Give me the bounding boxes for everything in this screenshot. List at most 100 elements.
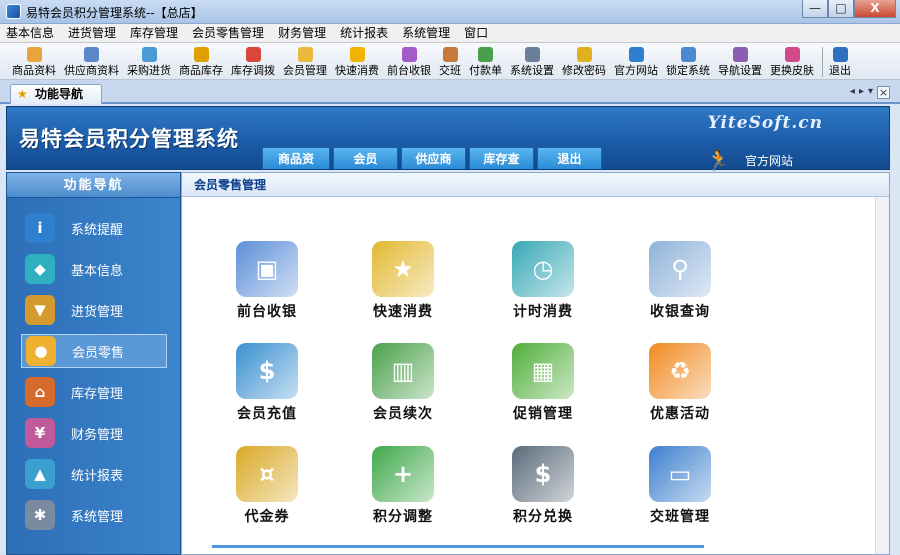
nav-tab-exit[interactable]: 退出 <box>537 147 602 169</box>
nav-tab-supplier[interactable]: 供应商 <box>401 147 466 169</box>
toolbar-button-label: 更换皮肤 <box>770 64 814 77</box>
apps-grid-icon: ▦ <box>512 343 574 399</box>
menu-inventory[interactable]: 库存管理 <box>130 24 178 42</box>
sidebar-item[interactable]: ✱ 系统管理 <box>21 498 167 532</box>
sidebar-item[interactable]: ▼ 进货管理 <box>21 293 167 327</box>
money-chart-icon: ▥ <box>372 343 434 399</box>
menu-basic-info[interactable]: 基本信息 <box>6 24 54 42</box>
sidebar-item[interactable]: ◆ 基本信息 <box>21 252 167 286</box>
function-tile[interactable]: ♻ 优惠活动 <box>625 343 735 423</box>
function-label: 计时消费 <box>513 304 573 320</box>
function-tile[interactable]: ▣ 前台收银 <box>212 241 322 321</box>
tab-prev-icon[interactable]: ◂ <box>850 86 855 99</box>
toolbar-button-label: 商品资料 <box>12 64 56 77</box>
function-label: 收银查询 <box>650 304 710 320</box>
function-label: 积分兑换 <box>513 509 573 525</box>
toolbar-button-label: 交班 <box>439 64 461 77</box>
toolbar-button-label: 会员管理 <box>283 64 327 77</box>
menu-bar: 基本信息 进货管理 库存管理 会员零售管理 财务管理 统计报表 系统管理 窗口 <box>0 24 900 43</box>
sidebar-item[interactable]: ¥ 财务管理 <box>21 416 167 450</box>
scrollbar[interactable] <box>875 197 889 554</box>
toolbar-button-label: 官方网站 <box>614 64 658 77</box>
official-site-link[interactable]: 🏃 官方网站 <box>706 148 793 172</box>
truck-icon <box>141 47 157 62</box>
toolbar-button[interactable]: 快速消费 <box>335 43 379 78</box>
toolbar-button[interactable]: 商品资料 <box>12 43 56 78</box>
toolbar-button[interactable]: 锁定系统 <box>666 43 710 78</box>
info-icon: i <box>25 213 55 243</box>
toolbar-button[interactable]: 商品库存 <box>179 43 223 78</box>
nav-tab-member[interactable]: 会员 <box>333 147 398 169</box>
function-tile[interactable]: ▥ 会员续次 <box>348 343 458 423</box>
tab-controls: ◂ ▸ ▾ × <box>850 86 890 99</box>
tab-function-nav[interactable]: ★ 功能导航 <box>10 84 102 104</box>
menu-reports[interactable]: 统计报表 <box>340 24 388 42</box>
toolbar-button[interactable]: 更换皮肤 <box>770 43 814 78</box>
house-icon: ⌂ <box>25 377 55 407</box>
function-tile[interactable]: ◷ 计时消费 <box>488 241 598 321</box>
chart-icon: ▲ <box>25 459 55 489</box>
function-label: 促销管理 <box>513 406 573 422</box>
minimize-button[interactable]: — <box>802 0 828 18</box>
clock-icon: ◷ <box>512 241 574 297</box>
toolbar-button[interactable]: 会员管理 <box>283 43 327 78</box>
toolbar-button[interactable]: 前台收银 <box>387 43 431 78</box>
nav-icon <box>732 47 748 62</box>
window-title: 易特会员积分管理系统--【总店】 <box>26 6 203 20</box>
toolbar-button[interactable]: 供应商资料 <box>64 43 119 78</box>
sidebar-item[interactable]: ● 会员零售 <box>21 334 167 368</box>
toolbar-button[interactable]: 系统设置 <box>510 43 554 78</box>
toolbar-button[interactable]: 付款单 <box>469 43 502 78</box>
magnifier-icon: ⚲ <box>649 241 711 297</box>
star-icon: ★ <box>17 87 28 101</box>
finance-icon: ¥ <box>25 418 55 448</box>
nav-tab-products[interactable]: 商品资料 <box>262 147 330 188</box>
tab-list-icon[interactable]: ▾ <box>868 86 873 99</box>
maximize-button[interactable]: □ <box>828 0 854 18</box>
function-tile[interactable]: ¤ 代金券 <box>212 446 322 526</box>
cashier-icon <box>401 47 417 62</box>
toolbar-button[interactable]: 交班 <box>439 43 461 78</box>
function-tile[interactable]: ⚲ 收银查询 <box>625 241 735 321</box>
toolbar-button[interactable]: 库存调拨 <box>231 43 275 78</box>
nav-tab-stock-query[interactable]: 库存查询 <box>469 147 534 188</box>
sidebar-item-label: 统计报表 <box>71 468 124 484</box>
function-tile[interactable]: ★ 快速消费 <box>348 241 458 321</box>
menu-purchase[interactable]: 进货管理 <box>68 24 116 42</box>
banknotes-icon: ¤ <box>236 446 298 502</box>
lock-icon <box>680 47 696 62</box>
menu-system[interactable]: 系统管理 <box>402 24 450 42</box>
toolbar-button[interactable]: 官方网站 <box>614 43 658 78</box>
header-banner: 易特会员积分管理系统 YiteSoft.cn 商品资料 会员 供应商 库存查询 … <box>6 106 890 188</box>
function-label: 会员续次 <box>373 406 433 422</box>
menu-member-retail[interactable]: 会员零售管理 <box>192 24 264 42</box>
function-tile[interactable]: ▦ 促销管理 <box>488 343 598 423</box>
tab-next-icon[interactable]: ▸ <box>859 86 864 99</box>
function-tile[interactable]: $ 积分兑换 <box>488 446 598 526</box>
sidebar-item[interactable]: ▲ 统计报表 <box>21 457 167 491</box>
people-icon <box>84 47 99 62</box>
function-tile[interactable]: $ 会员充值 <box>212 343 322 423</box>
tab-close-icon[interactable]: × <box>877 86 890 99</box>
sidebar: 功能导航 i 系统提醒 ◆ 基本信息 ▼ 进货管理 ● 会员零售 ⌂ 库存管理 ¥ 财务管理 ▲ 统计报表… <box>6 172 181 555</box>
stock-icon <box>193 47 209 62</box>
sidebar-item-label: 进货管理 <box>71 304 124 320</box>
function-tile[interactable]: ▭ 交班管理 <box>625 446 735 526</box>
toolbar-button[interactable]: 导航设置 <box>718 43 762 78</box>
transfer-icon <box>245 47 261 62</box>
user-desk-icon: ▭ <box>649 446 711 502</box>
toolbar-button[interactable]: 修改密码 <box>562 43 606 78</box>
close-button[interactable]: X <box>854 0 896 18</box>
businessman-icon: $ <box>512 446 574 502</box>
function-tile[interactable]: + 积分调整 <box>348 446 458 526</box>
function-label: 快速消费 <box>373 304 433 320</box>
toolbar-button[interactable]: 采购进货 <box>127 43 171 78</box>
menu-window[interactable]: 窗口 <box>464 24 488 42</box>
toolbar: 商品资料 供应商资料 采购进货 商品库存 库存调拨 会员管理 快速消费 前台收银 交班 付款单 系统… <box>0 43 900 80</box>
sidebar-item[interactable]: ⌂ 库存管理 <box>21 375 167 409</box>
menu-finance[interactable]: 财务管理 <box>278 24 326 42</box>
toolbar-button-label: 锁定系统 <box>666 64 710 77</box>
sidebar-item[interactable]: i 系统提醒 <box>21 211 167 245</box>
toolbar-separator <box>822 47 823 77</box>
toolbar-button[interactable]: 退出 <box>829 43 851 78</box>
